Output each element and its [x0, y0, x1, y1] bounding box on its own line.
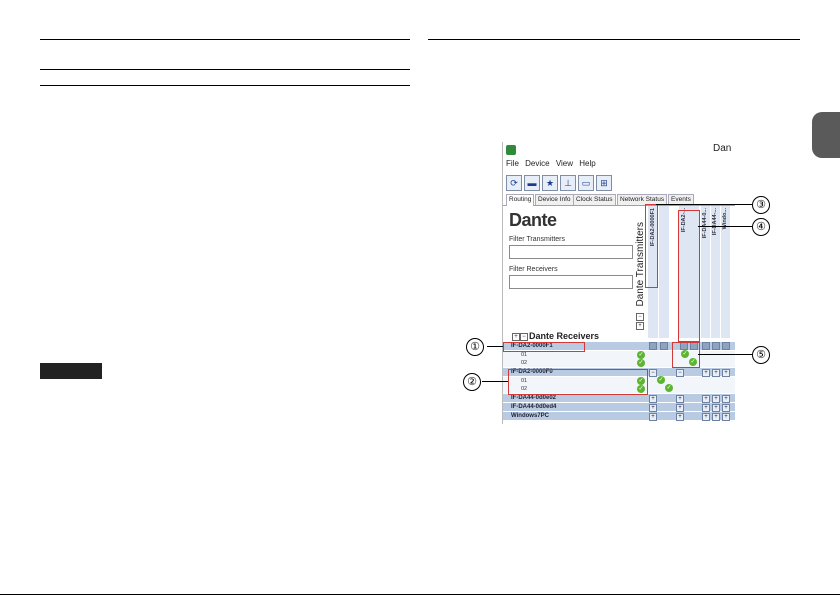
- grid-expand-cell[interactable]: +: [722, 413, 730, 421]
- grid-expand-cell[interactable]: +: [722, 369, 730, 377]
- route-subscribed-check-icon[interactable]: ✓: [665, 384, 673, 392]
- grid-cell[interactable]: [660, 342, 668, 350]
- filter-transmitters-label: Filter Transmitters: [509, 236, 566, 243]
- menu-bar: File Device View Help: [503, 159, 735, 171]
- section-rule-left-mid2: [40, 85, 410, 86]
- grid-expand-cell[interactable]: +: [676, 395, 684, 403]
- transmitters-expand-icon[interactable]: +: [636, 322, 644, 330]
- callout-3: ③: [752, 196, 770, 214]
- grid-expand-cell[interactable]: +: [676, 413, 684, 421]
- tab-clock-status[interactable]: Clock Status: [573, 194, 616, 205]
- menu-device[interactable]: Device: [525, 159, 549, 168]
- tab-device-info[interactable]: Device Info: [535, 194, 574, 205]
- grid-expand-cell[interactable]: +: [712, 404, 720, 412]
- leader-line-5: [698, 354, 752, 355]
- grid-expand-cell[interactable]: −: [649, 369, 657, 377]
- grid-expand-cell[interactable]: +: [649, 404, 657, 412]
- transmitters-collapse-icon[interactable]: −: [636, 313, 644, 321]
- grid-icon[interactable]: ⊞: [596, 175, 612, 191]
- menu-help[interactable]: Help: [579, 159, 595, 168]
- receiver-3-name: IF-DA44-0d0e02: [511, 395, 557, 401]
- menu-file[interactable]: File: [506, 159, 519, 168]
- network-icon[interactable]: ⊥: [560, 175, 576, 191]
- leader-line-1: [487, 346, 503, 347]
- section-rule-left-mid: [40, 69, 410, 70]
- callout-1: ①: [466, 338, 484, 356]
- dante-receivers-label: Dante Receivers: [529, 331, 600, 341]
- refresh-icon[interactable]: ⟳: [506, 175, 522, 191]
- dante-logo: Dante: [509, 210, 557, 230]
- receiver-row-3[interactable]: IF-DA44-0d0e02: [503, 394, 735, 402]
- tx-column-5-label: IF-DA44-...: [712, 208, 718, 236]
- leader-line-4: [698, 226, 752, 227]
- grid-cell[interactable]: [712, 342, 720, 350]
- receivers-expand-icon[interactable]: +: [512, 333, 520, 341]
- tx-column-4-label: IF-DA44-0...: [702, 208, 708, 239]
- receiver-1-channel-1[interactable]: 01: [503, 351, 735, 359]
- route-subscribed-check-icon[interactable]: ✓: [657, 376, 665, 384]
- leader-line-2: [482, 381, 508, 382]
- highlight-route-cell: [672, 342, 700, 368]
- window-title: Dan: [713, 143, 732, 154]
- receiver-1-channel-2[interactable]: 02: [503, 359, 735, 367]
- grid-expand-cell[interactable]: +: [702, 413, 710, 421]
- grid-cell[interactable]: [649, 342, 657, 350]
- grid-expand-cell[interactable]: −: [676, 369, 684, 377]
- grid-expand-cell[interactable]: +: [702, 369, 710, 377]
- grid-expand-cell[interactable]: +: [722, 395, 730, 403]
- menu-view[interactable]: View: [556, 159, 573, 168]
- page-bottom-rule: [0, 594, 840, 595]
- channel-label: 01: [521, 352, 528, 358]
- highlight-receiver-channels: [508, 369, 648, 395]
- filter-transmitters-input[interactable]: [509, 245, 633, 259]
- callout-2: ②: [463, 373, 481, 391]
- folder-icon[interactable]: ▬: [524, 175, 540, 191]
- app-logo-icon: [506, 145, 516, 155]
- highlight-transmitter-device: [645, 204, 658, 288]
- grid-expand-cell[interactable]: +: [712, 395, 720, 403]
- receivers-collapse-icon[interactable]: −: [520, 333, 528, 341]
- grid-cell[interactable]: [722, 342, 730, 350]
- filter-receivers-label: Filter Receivers: [509, 266, 558, 273]
- chapter-tab-marker: [812, 112, 840, 158]
- receiver-5-name: Windows7PC: [511, 413, 549, 419]
- section-rule-right-top: [428, 39, 800, 40]
- receiver-row-4[interactable]: IF-DA44-0d0ed4: [503, 403, 735, 411]
- highlight-receiver-device: [503, 342, 585, 352]
- toolbar: ⟳ ▬ ★ ⊥ ▭ ⊞: [503, 173, 735, 191]
- grid-expand-cell[interactable]: +: [702, 395, 710, 403]
- tab-routing[interactable]: Routing: [506, 194, 535, 206]
- grid-expand-cell[interactable]: +: [712, 413, 720, 421]
- grid-expand-cell[interactable]: +: [722, 404, 730, 412]
- grid-cell[interactable]: [702, 342, 710, 350]
- media-icon[interactable]: ▭: [578, 175, 594, 191]
- grid-expand-cell[interactable]: +: [649, 413, 657, 421]
- tx-column-2[interactable]: [659, 206, 669, 338]
- grid-expand-cell[interactable]: +: [676, 404, 684, 412]
- grid-expand-cell[interactable]: +: [712, 369, 720, 377]
- star-icon[interactable]: ★: [542, 175, 558, 191]
- note-label-tag: [40, 363, 102, 379]
- leader-line-3: [656, 204, 752, 205]
- callout-4: ④: [752, 218, 770, 236]
- grid-expand-cell[interactable]: +: [702, 404, 710, 412]
- callout-5: ⑤: [752, 346, 770, 364]
- highlight-transmitter-channels: [678, 210, 700, 342]
- route-subscribed-check-icon[interactable]: ✓: [637, 359, 645, 367]
- receiver-row-5[interactable]: Windows7PC: [503, 412, 735, 420]
- route-subscribed-check-icon[interactable]: ✓: [637, 351, 645, 359]
- section-rule-left-top: [40, 39, 410, 40]
- grid-expand-cell[interactable]: +: [649, 395, 657, 403]
- title-bar: Dan: [503, 142, 735, 158]
- channel-label: 02: [521, 360, 528, 366]
- filter-receivers-input[interactable]: [509, 275, 633, 289]
- receiver-4-name: IF-DA44-0d0ed4: [511, 404, 557, 410]
